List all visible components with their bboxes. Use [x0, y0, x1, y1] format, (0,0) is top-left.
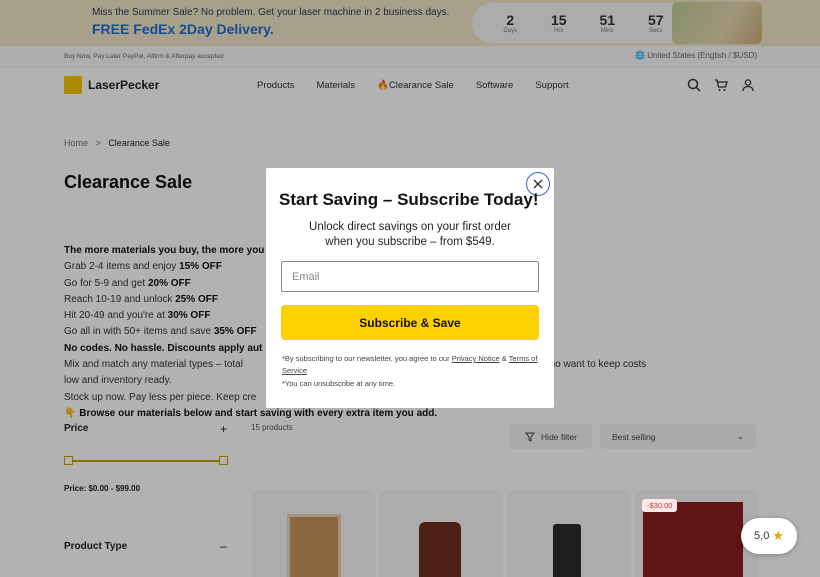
star-icon: ★ — [772, 528, 784, 543]
privacy-notice-link[interactable]: Privacy Notice — [452, 354, 500, 363]
rating-badge[interactable]: 5,0 ★ — [741, 518, 797, 554]
legal-text: *By subscribing to our newsletter, you a… — [282, 354, 538, 388]
modal-title: Start Saving – Subscribe Today! — [279, 190, 539, 209]
email-field[interactable] — [281, 261, 539, 292]
modal-subtitle: Unlock direct savings on your first orde… — [309, 221, 511, 248]
close-icon — [533, 179, 543, 189]
sale-badge: -$30.00 — [642, 499, 678, 512]
subscribe-modal: Start Saving – Subscribe Today! Unlock d… — [266, 168, 554, 408]
subscribe-button[interactable]: Subscribe & Save — [281, 305, 539, 340]
